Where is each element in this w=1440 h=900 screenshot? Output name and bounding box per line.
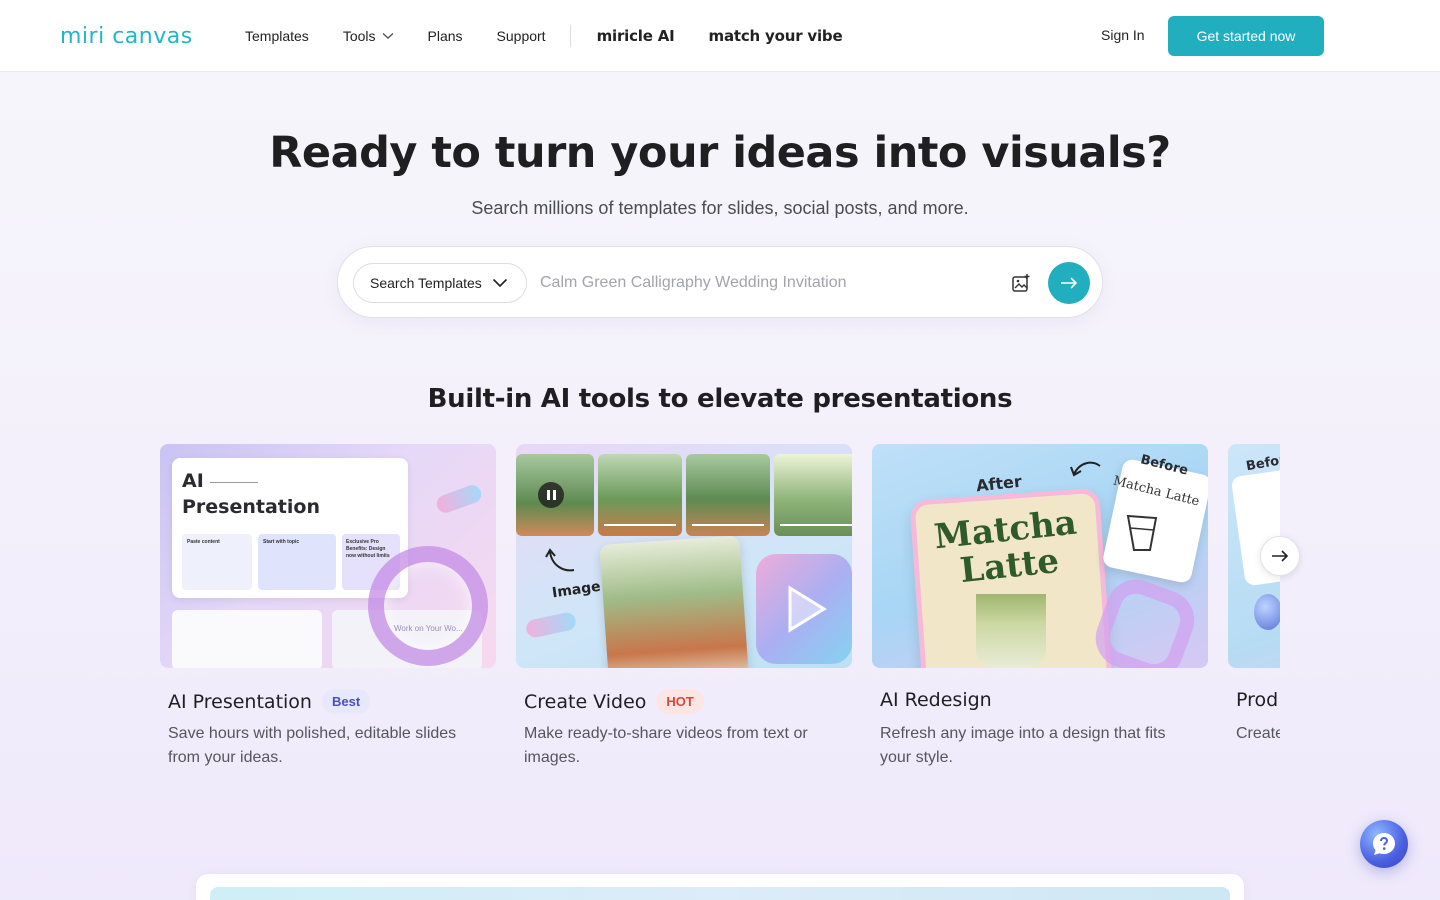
search-type-select[interactable]: Search Templates (353, 263, 527, 303)
bottom-panel (196, 874, 1244, 900)
nav-support-label: Support (496, 28, 546, 44)
nav-plans-label: Plans (427, 28, 463, 44)
nav-support[interactable]: Support (497, 28, 546, 44)
card-description: Create produ (1236, 725, 1280, 742)
card-title: Prod (1236, 689, 1279, 711)
help-chat-button[interactable] (1360, 820, 1408, 868)
after-label: After (975, 471, 1023, 496)
slide-heading-presentation: Presentation (182, 496, 320, 518)
curved-arrow-icon (545, 548, 575, 572)
play-icon (788, 585, 827, 633)
main-nav: Templates Tools Plans Support miricle AI… (245, 0, 876, 72)
tool-card-create-video[interactable]: Image Create Video HOT Make ready-to-sha… (516, 444, 852, 766)
slide-col1-label: Paste content (187, 539, 220, 545)
help-icon (1373, 833, 1395, 855)
search-bar: Search Templates (337, 246, 1103, 318)
nav-plans[interactable]: Plans (428, 28, 463, 44)
image-label: Image (551, 578, 602, 602)
card-title: Create Video (524, 690, 647, 713)
tool-card-ai-presentation[interactable]: AI Presentation Paste content Start with… (160, 444, 496, 766)
card-description: Refresh any image into a design that fit… (880, 725, 1166, 766)
overlay-text: Work on Your Wo... (394, 624, 463, 633)
carousel-next-button[interactable] (1260, 536, 1300, 576)
card-title-row: Prod (1236, 689, 1278, 711)
search-type-label: Search Templates (370, 275, 482, 291)
next-arrow-icon (1272, 550, 1289, 562)
search-input[interactable] (540, 267, 980, 299)
nav-divider (569, 25, 571, 47)
tool-card-ai-redesign[interactable]: After Matcha Latte Before Matcha Latte A… (872, 444, 1208, 766)
card-title: AI Redesign (880, 689, 992, 711)
create-video-image: Image (516, 444, 852, 668)
ai-redesign-image: After Matcha Latte Before Matcha Latte (872, 444, 1208, 668)
ai-presentation-image: AI Presentation Paste content Start with… (160, 444, 496, 668)
tools-carousel: AI Presentation Paste content Start with… (160, 444, 1280, 784)
get-started-button[interactable]: Get started now (1168, 16, 1324, 56)
logo-text: miri canvas (60, 23, 193, 49)
card-title-row: AI Presentation Best (168, 689, 371, 714)
arrow-right-icon (1061, 277, 1078, 289)
image-search-icon[interactable] (1010, 272, 1032, 294)
card-description: Save hours with polished, editable slide… (168, 725, 457, 766)
card-title: AI Presentation (168, 690, 312, 713)
best-badge: Best (321, 689, 371, 714)
card-title-row: AI Redesign (880, 689, 992, 711)
chevron-down-icon (382, 32, 393, 39)
slide-col2-label: Start with topic (263, 539, 300, 545)
slide-col3-label: Exclusive Pro Benefits: Design now witho… (346, 539, 390, 559)
match-your-vibe-link[interactable]: match your vibe (709, 27, 843, 45)
curved-arrow-icon (1070, 461, 1101, 477)
bottom-panel-banner (210, 887, 1230, 900)
nav-templates-label: Templates (245, 28, 309, 44)
tools-section-title: Built-in AI tools to elevate presentatio… (427, 384, 1013, 414)
hot-badge: HOT (656, 689, 704, 714)
header: miri canvas Templates Tools Plans Suppor… (0, 0, 1440, 72)
pause-icon (538, 482, 564, 508)
cup-sketch-icon (1126, 514, 1158, 551)
nav-tools[interactable]: Tools (343, 28, 394, 44)
search-submit-button[interactable] (1048, 262, 1090, 304)
slide-heading-ai: AI (182, 470, 204, 492)
chevron-down-icon (492, 278, 507, 288)
card-title-row: Create Video HOT (524, 689, 704, 714)
hero-subtitle: Search millions of templates for slides,… (471, 198, 969, 218)
miricle-ai-link[interactable]: miricle AI (597, 27, 675, 45)
sign-in-link[interactable]: Sign In (1101, 27, 1145, 43)
hero-title: Ready to turn your ideas into visuals? (269, 128, 1171, 178)
nav-tools-label: Tools (342, 28, 376, 44)
logo[interactable]: miri canvas (60, 22, 193, 50)
nav-templates[interactable]: Templates (245, 28, 309, 44)
card-description: Make ready-to-share videos from text or … (524, 725, 808, 766)
